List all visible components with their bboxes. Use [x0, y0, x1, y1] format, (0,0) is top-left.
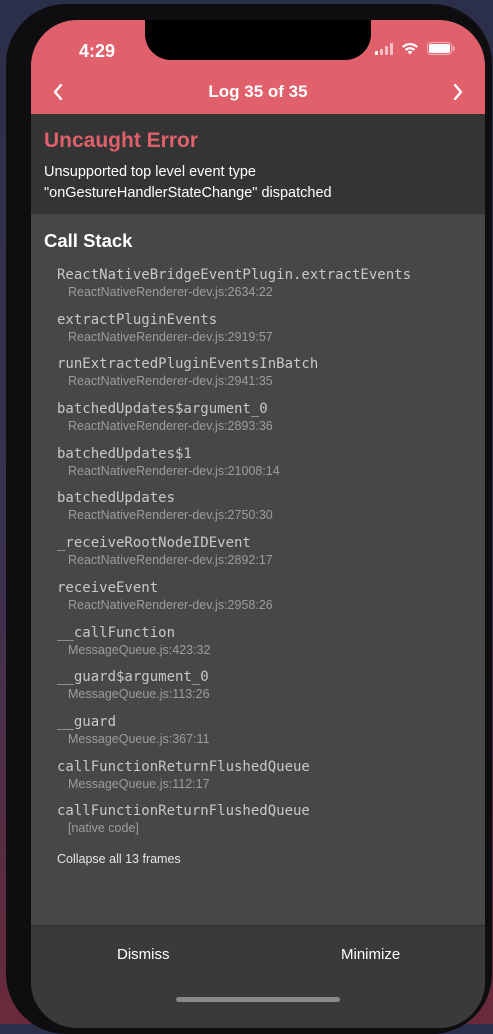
notch	[145, 20, 371, 60]
frame-location: ReactNativeRenderer-dev.js:2750:30	[68, 508, 273, 523]
frame-function: extractPluginEvents	[57, 311, 218, 328]
frame-location: ReactNativeRenderer-dev.js:2893:36	[68, 419, 273, 434]
log-counter-title: Log 35 of 35	[208, 82, 308, 101]
battery-icon	[427, 42, 455, 60]
frame-function: batchedUpdates$argument_0	[57, 401, 268, 418]
frame-location: ReactNativeRenderer-dev.js:2634:22	[68, 285, 273, 299]
frame-location: [native code]	[68, 821, 139, 836]
frame-function: callFunctionReturnFlushedQueue	[57, 803, 310, 820]
status-icons	[375, 42, 455, 60]
stack-frame[interactable]: batchedUpdates$argument_0 ReactNativeRen…	[57, 400, 477, 445]
stack-frame[interactable]: callFunctionReturnFlushedQueue [native c…	[57, 802, 477, 847]
frame-function: ReactNativeBridgeEventPlugin.extractEven…	[57, 267, 412, 283]
stack-frame-list: ReactNativeBridgeEventPlugin.extractEven…	[57, 266, 477, 847]
phone-frame: 4:29 Log 35 of 35 Uncaught Error Unsuppo…	[6, 4, 492, 1034]
frame-function: batchedUpdates	[57, 490, 176, 507]
frame-function: __guard$argument_0	[57, 669, 209, 686]
error-summary: Uncaught Error Unsupported top level eve…	[31, 114, 485, 214]
footer-bar: Dismiss Minimize	[31, 925, 485, 1028]
frame-function: runExtractedPluginEventsInBatch	[57, 356, 319, 373]
frame-function: callFunctionReturnFlushedQueue	[57, 758, 310, 775]
frame-function: receiveEvent	[57, 579, 159, 596]
frame-location: ReactNativeRenderer-dev.js:2958:26	[68, 597, 273, 612]
frame-function: __guard	[57, 713, 117, 730]
stack-frame[interactable]: receiveEvent ReactNativeRenderer-dev.js:…	[57, 579, 477, 624]
status-time: 4:29	[79, 41, 116, 61]
home-indicator[interactable]	[176, 997, 340, 1002]
frame-location: ReactNativeRenderer-dev.js:21008:14	[68, 463, 280, 478]
error-title: Uncaught Error	[44, 129, 199, 152]
frame-function: __callFunction	[57, 624, 176, 641]
screen: 4:29 Log 35 of 35 Uncaught Error Unsuppo…	[31, 20, 485, 1028]
frame-location: ReactNativeRenderer-dev.js:2919:57	[68, 329, 273, 344]
stack-frame[interactable]: _receiveRootNodeIDEvent ReactNativeRende…	[57, 534, 477, 579]
stack-frame[interactable]: runExtractedPluginEventsInBatch ReactNat…	[57, 355, 477, 400]
stack-frame[interactable]: __callFunction MessageQueue.js:423:32	[57, 624, 477, 669]
wifi-icon	[401, 42, 419, 60]
header-bar: 4:29 Log 35 of 35	[31, 20, 485, 114]
signal-icon	[375, 42, 393, 60]
next-log-button[interactable]	[443, 80, 473, 104]
frame-location: MessageQueue.js:113:26	[68, 687, 210, 702]
frame-location: MessageQueue.js:367:11	[68, 731, 210, 746]
frame-location: MessageQueue.js:112:17	[68, 776, 210, 791]
frame-location: ReactNativeRenderer-dev.js:2892:17	[68, 553, 273, 568]
frame-function: batchedUpdates$1	[57, 445, 192, 462]
error-message[interactable]: Unsupported top level event type "onGest…	[44, 162, 464, 204]
frame-function: _receiveRootNodeIDEvent	[57, 535, 251, 552]
chevron-right-icon	[453, 83, 463, 101]
stack-frame[interactable]: ReactNativeBridgeEventPlugin.extractEven…	[57, 266, 477, 311]
stack-frame[interactable]: __guard MessageQueue.js:367:11	[57, 713, 477, 758]
stack-frame[interactable]: callFunctionReturnFlushedQueue MessageQu…	[57, 758, 477, 803]
stack-frame[interactable]: batchedUpdates ReactNativeRenderer-dev.j…	[57, 489, 477, 534]
collapse-frames-button[interactable]: Collapse all 13 frames	[57, 852, 181, 866]
call-stack-heading: Call Stack	[44, 230, 133, 251]
stack-frame[interactable]: extractPluginEvents ReactNativeRenderer-…	[57, 311, 477, 356]
minimize-button[interactable]: Minimize	[341, 946, 400, 963]
stack-frame[interactable]: __guard$argument_0 MessageQueue.js:113:2…	[57, 668, 477, 713]
stack-frame[interactable]: batchedUpdates$1 ReactNativeRenderer-dev…	[57, 445, 477, 490]
dismiss-button[interactable]: Dismiss	[117, 946, 170, 963]
frame-location: ReactNativeRenderer-dev.js:2941:35	[68, 374, 273, 389]
frame-location: MessageQueue.js:423:32	[68, 642, 211, 657]
